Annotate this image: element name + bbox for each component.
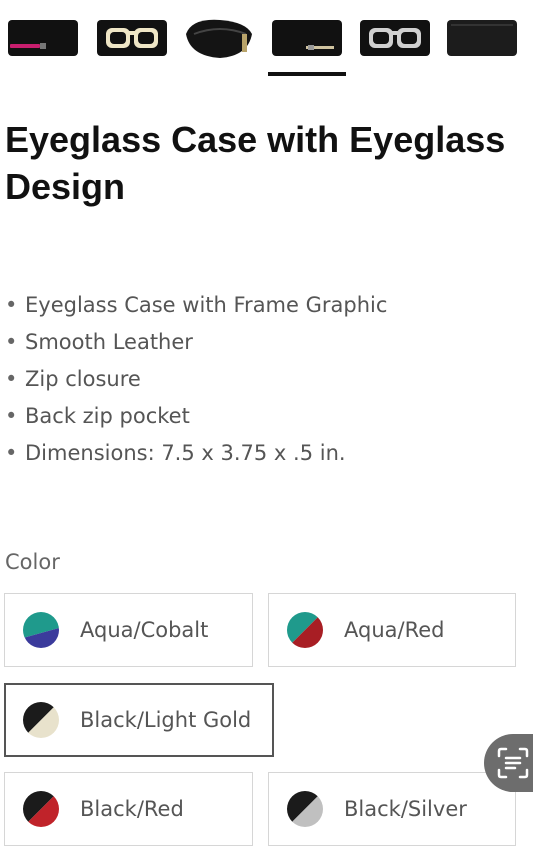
color-label: Color	[5, 550, 60, 574]
case-silver-glasses-thumb	[360, 20, 430, 56]
feature-text: Back zip pocket	[25, 404, 190, 428]
text-scan-button[interactable]	[484, 734, 533, 792]
feature-item: • Eyeglass Case with Frame Graphic	[5, 287, 387, 324]
bullet: •	[5, 330, 18, 354]
case-cream-glasses-thumb	[97, 20, 167, 56]
color-option-label: Aqua/Red	[344, 618, 445, 642]
swatch-aqua-cobalt	[23, 612, 59, 648]
bullet: •	[5, 367, 18, 391]
thumbnail-black-gold-case[interactable]	[270, 16, 344, 60]
thumbnail-open-pouch[interactable]	[182, 16, 256, 60]
swatch-black-light-gold	[23, 702, 59, 738]
color-option-label: Black/Silver	[344, 797, 467, 821]
feature-list: • Eyeglass Case with Frame Graphic • Smoot…	[5, 287, 387, 472]
feature-text: Eyeglass Case with Frame Graphic	[25, 293, 388, 317]
case-black-gold-thumb	[272, 20, 342, 56]
feature-text: Dimensions: 7.5 x 3.75 x .5 in.	[25, 441, 346, 465]
feature-item: • Back zip pocket	[5, 398, 387, 435]
feature-item: • Zip closure	[5, 361, 387, 398]
feature-text: Zip closure	[25, 367, 141, 391]
bullet: •	[5, 404, 18, 428]
thumbnail-strip	[0, 0, 533, 80]
color-option-label: Black/Light Gold	[80, 708, 252, 732]
thumbnail-plain-black-case[interactable]	[445, 16, 519, 60]
color-option-label: Aqua/Cobalt	[80, 618, 209, 642]
swatch-black-silver	[287, 791, 323, 827]
feature-item: • Smooth Leather	[5, 324, 387, 361]
case-plain-black-thumb	[447, 20, 517, 56]
product-title: Eyeglass Case with Eyeglass Design	[5, 119, 506, 207]
thumbnail-magenta-case[interactable]	[6, 16, 80, 60]
color-option-black-light-gold[interactable]: Black/Light Gold	[4, 683, 274, 757]
text-scan-icon	[497, 747, 529, 779]
bullet: •	[5, 293, 18, 317]
swatch-aqua-red	[287, 612, 323, 648]
case-magenta-zip-thumb	[8, 20, 78, 56]
feature-text: Smooth Leather	[25, 330, 193, 354]
color-option-black-silver[interactable]: Black/Silver	[268, 772, 516, 846]
selected-thumbnail-indicator	[268, 72, 346, 76]
color-option-aqua-red[interactable]: Aqua/Red	[268, 593, 516, 667]
thumbnail-cream-glasses-case[interactable]	[95, 16, 169, 60]
thumbnail-silver-glasses-case[interactable]	[358, 16, 432, 60]
color-option-aqua-cobalt[interactable]: Aqua/Cobalt	[4, 593, 253, 667]
swatch-black-red	[23, 791, 59, 827]
bullet: •	[5, 441, 18, 465]
color-option-black-red[interactable]: Black/Red	[4, 772, 253, 846]
case-open-pouch-thumb	[186, 19, 252, 58]
color-option-label: Black/Red	[80, 797, 184, 821]
feature-item: • Dimensions: 7.5 x 3.75 x .5 in.	[5, 435, 387, 472]
